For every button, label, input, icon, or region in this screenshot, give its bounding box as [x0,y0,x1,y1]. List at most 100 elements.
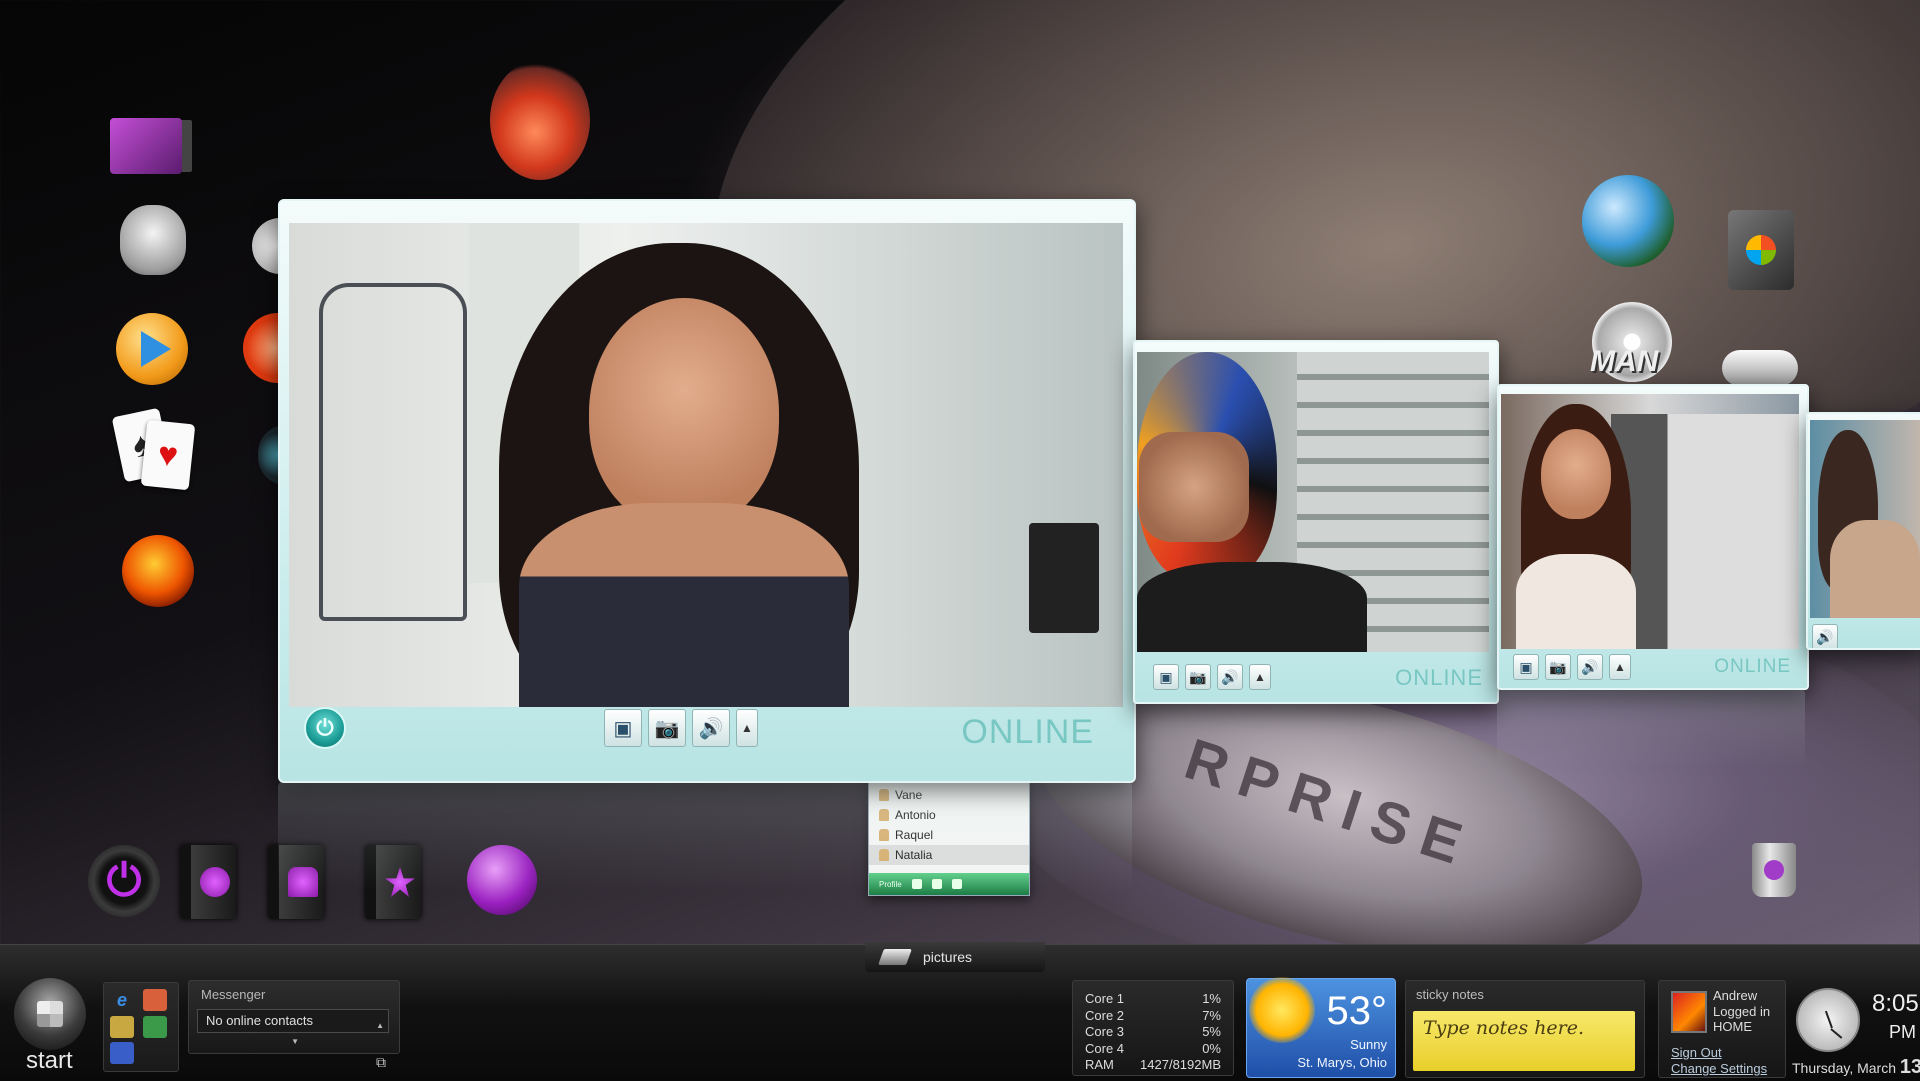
start-button[interactable] [14,978,86,1050]
user-name: Andrew [1713,988,1758,1003]
webcam-video [1810,420,1920,618]
power-icon[interactable]: ⏻ [88,845,160,917]
fullscreen-button[interactable]: ▣ [1153,664,1179,690]
power-button[interactable]: ⏻ [304,707,346,749]
snapshot-camera-button[interactable]: 📷 [648,709,686,747]
webcam-reflection [1497,688,1805,768]
start-label[interactable]: start [26,1047,73,1075]
man-logo-icon[interactable]: MAN [1590,345,1658,379]
webcam-video [289,223,1123,707]
volume-button[interactable]: 🔊 [692,709,730,747]
internet-explorer-icon[interactable]: e [110,989,134,1011]
webcam-window-2[interactable]: ▣ 📷 🔊 ▲ ONLINE [1133,340,1499,704]
computer-icon[interactable] [110,118,182,174]
webcam-controls: ▣ 📷 🔊 ▲ [604,709,758,747]
ram-row: RAM 1427/8192MB [1085,1057,1221,1074]
excel-icon[interactable] [143,1015,167,1038]
messenger-title: Messenger [201,987,266,1002]
globe-icon[interactable] [1582,175,1674,267]
cpu-meter-gadget: Core 1 1% Core 2 7% Core 3 5% Core 4 0% RAM 1… [1072,980,1234,1076]
webcam-window-3[interactable]: ▣ 📷 🔊 ▲ ONLINE [1497,384,1809,690]
avatar[interactable] [1671,991,1707,1033]
user-location: HOME [1713,1019,1752,1034]
cpu-value: 0% [1202,1040,1221,1056]
gnu-icon[interactable] [120,205,186,275]
chevron-up-icon[interactable]: ▲ [376,1015,384,1037]
webcam-window-4[interactable]: 🔊 [1806,412,1920,650]
webcam-controls: ▣ 📷 🔊 ▲ [1513,654,1631,680]
solitaire-icon[interactable]: ♠ ♥ [111,407,198,494]
webcam-reflection [278,781,1132,891]
folder-icon [878,949,912,965]
webcam-window-main[interactable]: ⏻ ▣ 📷 🔊 ▲ ONLINE [278,199,1136,783]
weather-gadget[interactable]: 53° Sunny St. Marys, Ohio [1246,977,1396,1078]
red-ball-icon[interactable] [243,313,283,383]
online-status: ONLINE [961,713,1094,751]
volume-button[interactable]: 🔊 [1577,654,1603,680]
sign-out-link[interactable]: Sign Out [1671,1045,1722,1060]
cpu-row: Core 2 7% [1085,1008,1221,1025]
media-book-icon[interactable] [180,845,236,919]
sticky-notes-gadget: sticky notes Type notes here. [1405,980,1645,1078]
media-player-icon[interactable] [116,313,188,385]
messenger-status: No online contacts [206,1013,313,1028]
clock-date-text: Thursday, March [1792,1060,1896,1076]
clock-hour-hand [1824,1010,1833,1029]
volume-dropdown-button[interactable]: ▲ [736,709,758,747]
background-pen-holder [1029,523,1099,633]
ram-label: RAM [1085,1057,1114,1072]
taskbar-window-pictures[interactable]: pictures [865,942,1045,972]
weather-location: St. Marys, Ohio [1297,1055,1387,1070]
volume-button[interactable]: 🔊 [1812,624,1838,648]
fullscreen-button[interactable]: ▣ [604,709,642,747]
snapshot-camera-button[interactable]: 📷 [1545,654,1571,680]
clock-time: 8:05 [1872,990,1919,1017]
gamepad-icon[interactable] [1722,350,1798,386]
folder-icon[interactable] [110,1015,134,1038]
windows-box-icon[interactable] [1728,210,1794,290]
snapshot-camera-button[interactable]: 📷 [1185,664,1211,690]
change-settings-link[interactable]: Change Settings [1671,1061,1767,1076]
person-face [1139,432,1249,542]
chevron-down-icon[interactable]: ▼ [291,1037,299,1046]
background-exercise-machine [319,283,467,621]
webcam-controls: ▣ 📷 🔊 ▲ [1153,664,1271,690]
cpu-value: 1% [1202,991,1221,1006]
webcam-video [1501,394,1799,649]
weather-condition: Sunny [1350,1037,1387,1052]
windows-logo-icon [37,1001,63,1027]
fullscreen-button[interactable]: ▣ [1513,654,1539,680]
sun-icon [1249,977,1315,1043]
webcam-video [1137,352,1489,652]
person-body [1516,554,1636,649]
sticky-note-input[interactable]: Type notes here. [1413,1011,1635,1071]
sticky-notes-title: sticky notes [1416,987,1484,1002]
webcam-controls: 🔊 [1812,624,1838,648]
ram-value: 1427/8192MB [1140,1057,1221,1072]
cpu-label: Core 1 [1085,991,1125,1006]
fire-icon[interactable] [122,535,194,607]
card-heart-icon: ♥ [140,419,196,491]
volume-button[interactable]: 🔊 [1217,664,1243,690]
outlook-icon[interactable] [143,989,167,1011]
online-status: ONLINE [1395,665,1483,690]
person-body [1830,520,1920,618]
clock-date: Thursday, March 13 [1792,1056,1920,1079]
volume-dropdown-button[interactable]: ▲ [1249,664,1271,690]
recycle-bin-icon[interactable] [1752,843,1796,897]
lamp-icon[interactable] [490,60,590,180]
person-face [589,298,779,528]
clock-ampm: PM [1889,1022,1916,1042]
cpu-value: 5% [1202,1024,1221,1039]
messenger-status-dropdown[interactable]: No online contacts ▲ [197,1009,389,1033]
person-face [1541,429,1611,519]
background-storefront [1611,414,1799,649]
person-body [519,503,849,707]
word-icon[interactable] [110,1042,134,1065]
clock-gadget[interactable]: 8:05 PM Thursday, March 13 [1792,980,1920,1080]
volume-dropdown-button[interactable]: ▲ [1609,654,1631,680]
cpu-label: Core 2 [1085,1007,1125,1023]
quick-launch: e [103,982,179,1072]
restore-window-icon[interactable]: ⧉ [376,1054,386,1071]
cpu-row: Core 3 5% [1085,1024,1221,1041]
